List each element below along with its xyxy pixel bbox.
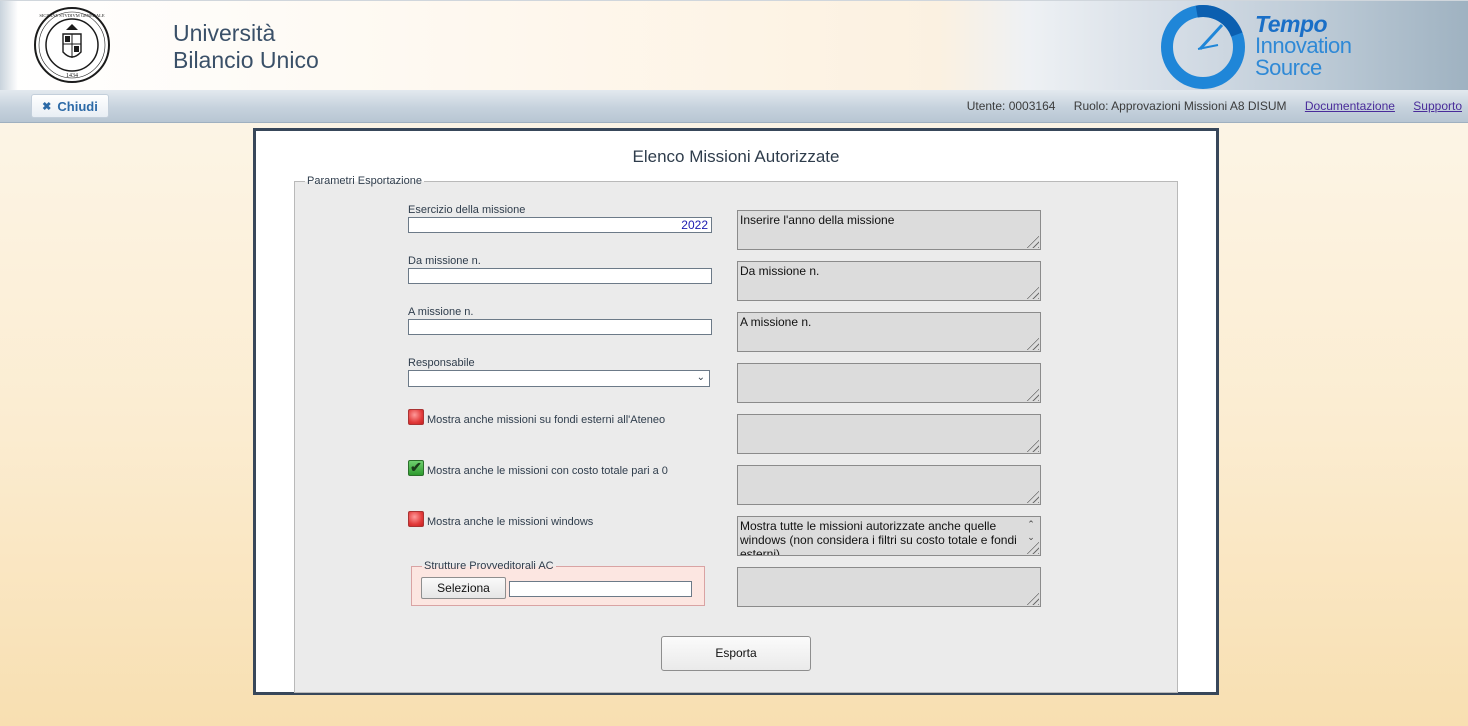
responsabile-select[interactable]: ⌄ [408,370,710,387]
logo-tempo: Tempo [1255,11,1328,37]
toolbar: ✖ Chiudi Utente: 0003164 Ruolo: Approvaz… [0,90,1468,123]
app-title: Università Bilancio Unico [173,20,319,74]
resize-grip-icon[interactable] [1025,285,1039,299]
a-missione-label: A missione n. [408,306,474,318]
toolbar-info: Utente: 0003164 Ruolo: Approvazioni Miss… [952,99,1462,113]
resize-grip-icon[interactable] [1025,591,1039,605]
header-edge [0,1,18,91]
a-missione-input[interactable] [408,319,712,335]
main-panel: Elenco Missioni Autorizzate Parametri Es… [253,128,1219,695]
strutture-legend: Strutture Provveditorali AC [422,560,556,573]
close-button-label: Chiudi [57,98,98,114]
da-missione-note-text: Da missione n. [740,264,820,278]
app-title-line2: Bilancio Unico [173,47,319,73]
scroll-down-icon[interactable]: ⌄ [1024,531,1038,544]
resize-grip-icon[interactable] [1025,234,1039,248]
da-missione-note: Da missione n. [737,261,1041,301]
app-header: 1434 SICILIAE STVDIVM GENERALE Universit… [0,0,1468,91]
esercizio-note: Inserire l'anno della missione [737,210,1041,250]
export-button[interactable]: Esporta [661,636,811,671]
windows-label: Mostra anche le missioni windows [427,516,594,528]
logo-source: Source [1255,55,1322,80]
logo-innovation: Innovation [1255,33,1352,58]
costo-zero-note [737,465,1041,505]
resize-grip-icon[interactable] [1025,438,1039,452]
a-missione-note: A missione n. [737,312,1041,352]
chevron-down-icon[interactable]: ⌄ [697,372,705,383]
costo-zero-checkbox[interactable]: ✔ [408,460,424,476]
esercizio-input[interactable]: 2022 [408,217,712,233]
esercizio-note-text: Inserire l'anno della missione [740,213,895,227]
a-missione-note-text: A missione n. [740,315,812,329]
responsabile-note [737,363,1041,403]
seal-text: SICILIAE STVDIVM GENERALE [39,13,104,18]
windows-note-text: Mostra tutte le missioni autorizzate anc… [740,519,1017,556]
strutture-note [737,567,1041,607]
app-title-line1: Università [173,20,276,46]
resize-grip-icon[interactable] [1025,489,1039,503]
strutture-input[interactable] [509,581,692,597]
fondi-esterni-checkbox[interactable] [408,409,424,425]
close-button[interactable]: ✖ Chiudi [31,94,109,118]
checkmark-icon: ✔ [410,459,422,475]
resize-grip-icon[interactable] [1025,387,1039,401]
seleziona-button[interactable]: Seleziona [421,577,506,599]
page-title: Elenco Missioni Autorizzate [632,147,840,166]
esercizio-label: Esercizio della missione [408,204,526,216]
close-icon: ✖ [42,100,52,113]
role-info: Ruolo: Approvazioni Missioni A8 DISUM [1073,99,1287,113]
da-missione-label: Da missione n. [408,255,481,267]
windows-note: Mostra tutte le missioni autorizzate anc… [737,516,1041,556]
fondi-esterni-label: Mostra anche missioni su fondi esterni a… [427,414,666,426]
user-info: Utente: 0003164 [966,99,1056,113]
resize-grip-icon[interactable] [1025,336,1039,350]
university-seal-logo: 1434 SICILIAE STVDIVM GENERALE [34,7,110,83]
support-link[interactable]: Supporto [1413,99,1462,113]
seal-year: 1434 [66,73,78,79]
logo-text: Tempo Innovation Source [1255,13,1352,79]
strutture-group: Strutture Provveditorali AC Seleziona [411,560,705,606]
scroll-up-icon[interactable]: ⌃ [1024,518,1038,531]
fieldset-legend: Parametri Esportazione [305,175,424,188]
da-missione-input[interactable] [408,268,712,284]
fondi-esterni-note [737,414,1041,454]
export-parameters-fieldset: Parametri Esportazione Esercizio della m… [294,175,1178,693]
windows-checkbox[interactable] [408,511,424,527]
responsabile-label: Responsabile [408,357,475,369]
costo-zero-label: Mostra anche le missioni con costo total… [427,465,668,477]
scroll-arrows[interactable]: ⌃ ⌄ [1024,518,1038,544]
documentation-link[interactable]: Documentazione [1305,99,1395,113]
